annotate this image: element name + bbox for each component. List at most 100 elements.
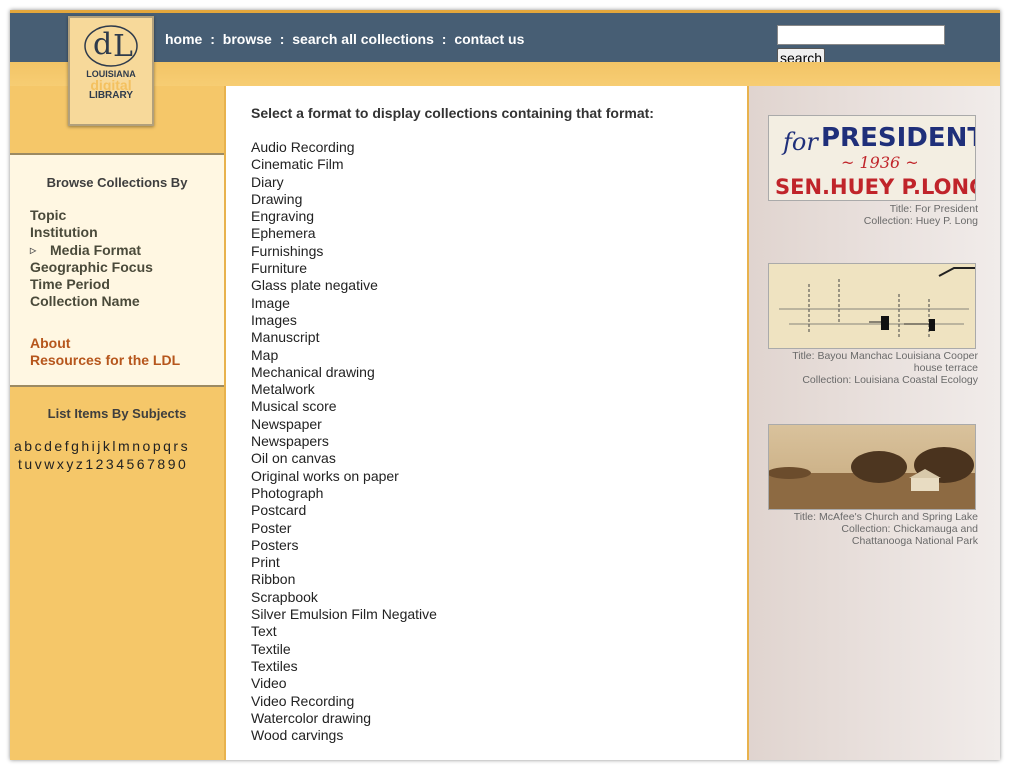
browse-item-collection-name[interactable]: Collection Name (30, 293, 153, 310)
subject-letter-link[interactable]: j (97, 438, 101, 454)
format-link[interactable]: Text (251, 623, 437, 640)
nav-contact-link[interactable]: contact us (454, 31, 524, 47)
format-link[interactable]: Wood carvings (251, 727, 437, 744)
subject-letter-link[interactable]: h (81, 438, 89, 454)
subject-letter-link[interactable]: d (44, 438, 52, 454)
format-link[interactable]: Images (251, 312, 437, 329)
format-link[interactable]: Cinematic Film (251, 156, 437, 173)
subject-letter-link[interactable]: i (92, 438, 96, 454)
format-link[interactable]: Print (251, 554, 437, 571)
nav-search-all-link[interactable]: search all collections (292, 31, 434, 47)
featured-image-for-president[interactable]: for PRESIDENT ~ 1936 ~ SEN.HUEY P.LONG (768, 115, 986, 201)
format-intro: Select a format to display collections c… (251, 105, 654, 121)
nav-separator: : (279, 31, 285, 47)
about-link[interactable]: About (30, 335, 180, 352)
subject-letter-link[interactable]: u (24, 456, 32, 472)
subject-letter-link[interactable]: a (14, 438, 22, 454)
subject-letter-link[interactable]: b (24, 438, 32, 454)
format-link[interactable]: Furnishings (251, 243, 437, 260)
subject-letter-link[interactable]: g (71, 438, 79, 454)
subject-letter-link[interactable]: p (153, 438, 161, 454)
subject-letter-link[interactable]: 8 (157, 456, 165, 472)
subject-letter-link[interactable]: t (18, 456, 22, 472)
subject-letter-link[interactable]: 1 (85, 456, 93, 472)
subject-letter-link[interactable]: r (173, 438, 178, 454)
ldl-logo[interactable]: d L LOUISIANA digital LIBRARY (68, 16, 154, 126)
search-input[interactable] (777, 25, 945, 45)
format-link[interactable]: Video (251, 675, 437, 692)
format-link[interactable]: Glass plate negative (251, 277, 437, 294)
subject-letter-link[interactable]: 7 (147, 456, 155, 472)
campaign-poster-image: for PRESIDENT ~ 1936 ~ SEN.HUEY P.LONG (775, 123, 986, 199)
subject-letter-link[interactable]: 9 (168, 456, 176, 472)
subject-letter-link[interactable]: f (65, 438, 69, 454)
subject-letter-link[interactable]: s (181, 438, 189, 454)
subject-letter-link[interactable]: 0 (178, 456, 186, 472)
browse-list: Topic Institution ▷ Media Format Geograp… (30, 207, 153, 311)
resources-link[interactable]: Resources for the LDL (30, 352, 180, 369)
format-link[interactable]: Posters (251, 537, 437, 554)
browse-heading: Browse Collections By (46, 175, 188, 190)
featured-image-bayou-manchac[interactable] (768, 263, 976, 349)
subject-letter-link[interactable]: e (54, 438, 62, 454)
format-link[interactable]: Furniture (251, 260, 437, 277)
subject-letter-link[interactable]: c (35, 438, 43, 454)
subject-letter-link[interactable]: x (57, 456, 65, 472)
browse-item-media-format[interactable]: ▷ Media Format (30, 242, 153, 259)
format-link[interactable]: Oil on canvas (251, 450, 437, 467)
subject-letter-link[interactable]: 5 (127, 456, 135, 472)
subject-letter-link[interactable]: m (118, 438, 130, 454)
format-link[interactable]: Engraving (251, 208, 437, 225)
subject-letter-link[interactable]: y (66, 456, 74, 472)
subject-letter-link[interactable]: 2 (96, 456, 104, 472)
format-link[interactable]: Newspaper (251, 416, 437, 433)
browse-item-institution[interactable]: Institution (30, 224, 153, 241)
subjects-row: abcdefghijklmnopqrs (14, 437, 224, 455)
featured-caption: Title: Bayou Manchac Louisiana Cooper ho… (759, 350, 978, 386)
subject-letter-link[interactable]: 3 (106, 456, 114, 472)
format-link[interactable]: Drawing (251, 191, 437, 208)
header-band (10, 62, 1000, 86)
browse-item-time-period[interactable]: Time Period (30, 276, 153, 293)
subject-letter-link[interactable]: k (103, 438, 111, 454)
format-link[interactable]: Image (251, 295, 437, 312)
format-link[interactable]: Manuscript (251, 329, 437, 346)
format-link[interactable]: Poster (251, 520, 437, 537)
svg-text:for: for (781, 128, 819, 156)
subject-letter-link[interactable]: 6 (137, 456, 145, 472)
format-link[interactable]: Diary (251, 174, 437, 191)
format-link[interactable]: Textiles (251, 658, 437, 675)
svg-text:L: L (113, 29, 133, 64)
format-link[interactable]: Musical score (251, 398, 437, 415)
subject-letter-link[interactable]: n (132, 438, 140, 454)
format-link[interactable]: Ribbon (251, 571, 437, 588)
format-link[interactable]: Ephemera (251, 225, 437, 242)
featured-image-mcafee-church[interactable] (767, 424, 976, 510)
subject-letter-link[interactable]: v (35, 456, 43, 472)
format-link[interactable]: Original works on paper (251, 468, 437, 485)
format-link[interactable]: Postcard (251, 502, 437, 519)
browse-item-topic[interactable]: Topic (30, 207, 153, 224)
subject-letter-link[interactable]: w (44, 456, 55, 472)
subject-letter-link[interactable]: z (76, 456, 84, 472)
subjects-row: tuvwxyz1234567890 (14, 455, 224, 473)
format-link[interactable]: Metalwork (251, 381, 437, 398)
format-link[interactable]: Mechanical drawing (251, 364, 437, 381)
format-link[interactable]: Newspapers (251, 433, 437, 450)
format-link[interactable]: Photograph (251, 485, 437, 502)
format-link[interactable]: Watercolor drawing (251, 710, 437, 727)
caption-collection: Collection: Chickamauga and (841, 523, 978, 535)
nav-browse-link[interactable]: browse (223, 31, 272, 47)
format-link[interactable]: Scrapbook (251, 589, 437, 606)
subject-letter-link[interactable]: o (143, 438, 151, 454)
subject-letter-link[interactable]: q (163, 438, 171, 454)
format-link[interactable]: Map (251, 347, 437, 364)
browse-item-geographic-focus[interactable]: Geographic Focus (30, 259, 153, 276)
subject-letter-link[interactable]: 4 (116, 456, 124, 472)
subject-letter-link[interactable]: l (112, 438, 116, 454)
format-link[interactable]: Silver Emulsion Film Negative (251, 606, 437, 623)
format-link[interactable]: Audio Recording (251, 139, 437, 156)
format-link[interactable]: Textile (251, 641, 437, 658)
format-link[interactable]: Video Recording (251, 693, 437, 710)
nav-home-link[interactable]: home (165, 31, 202, 47)
